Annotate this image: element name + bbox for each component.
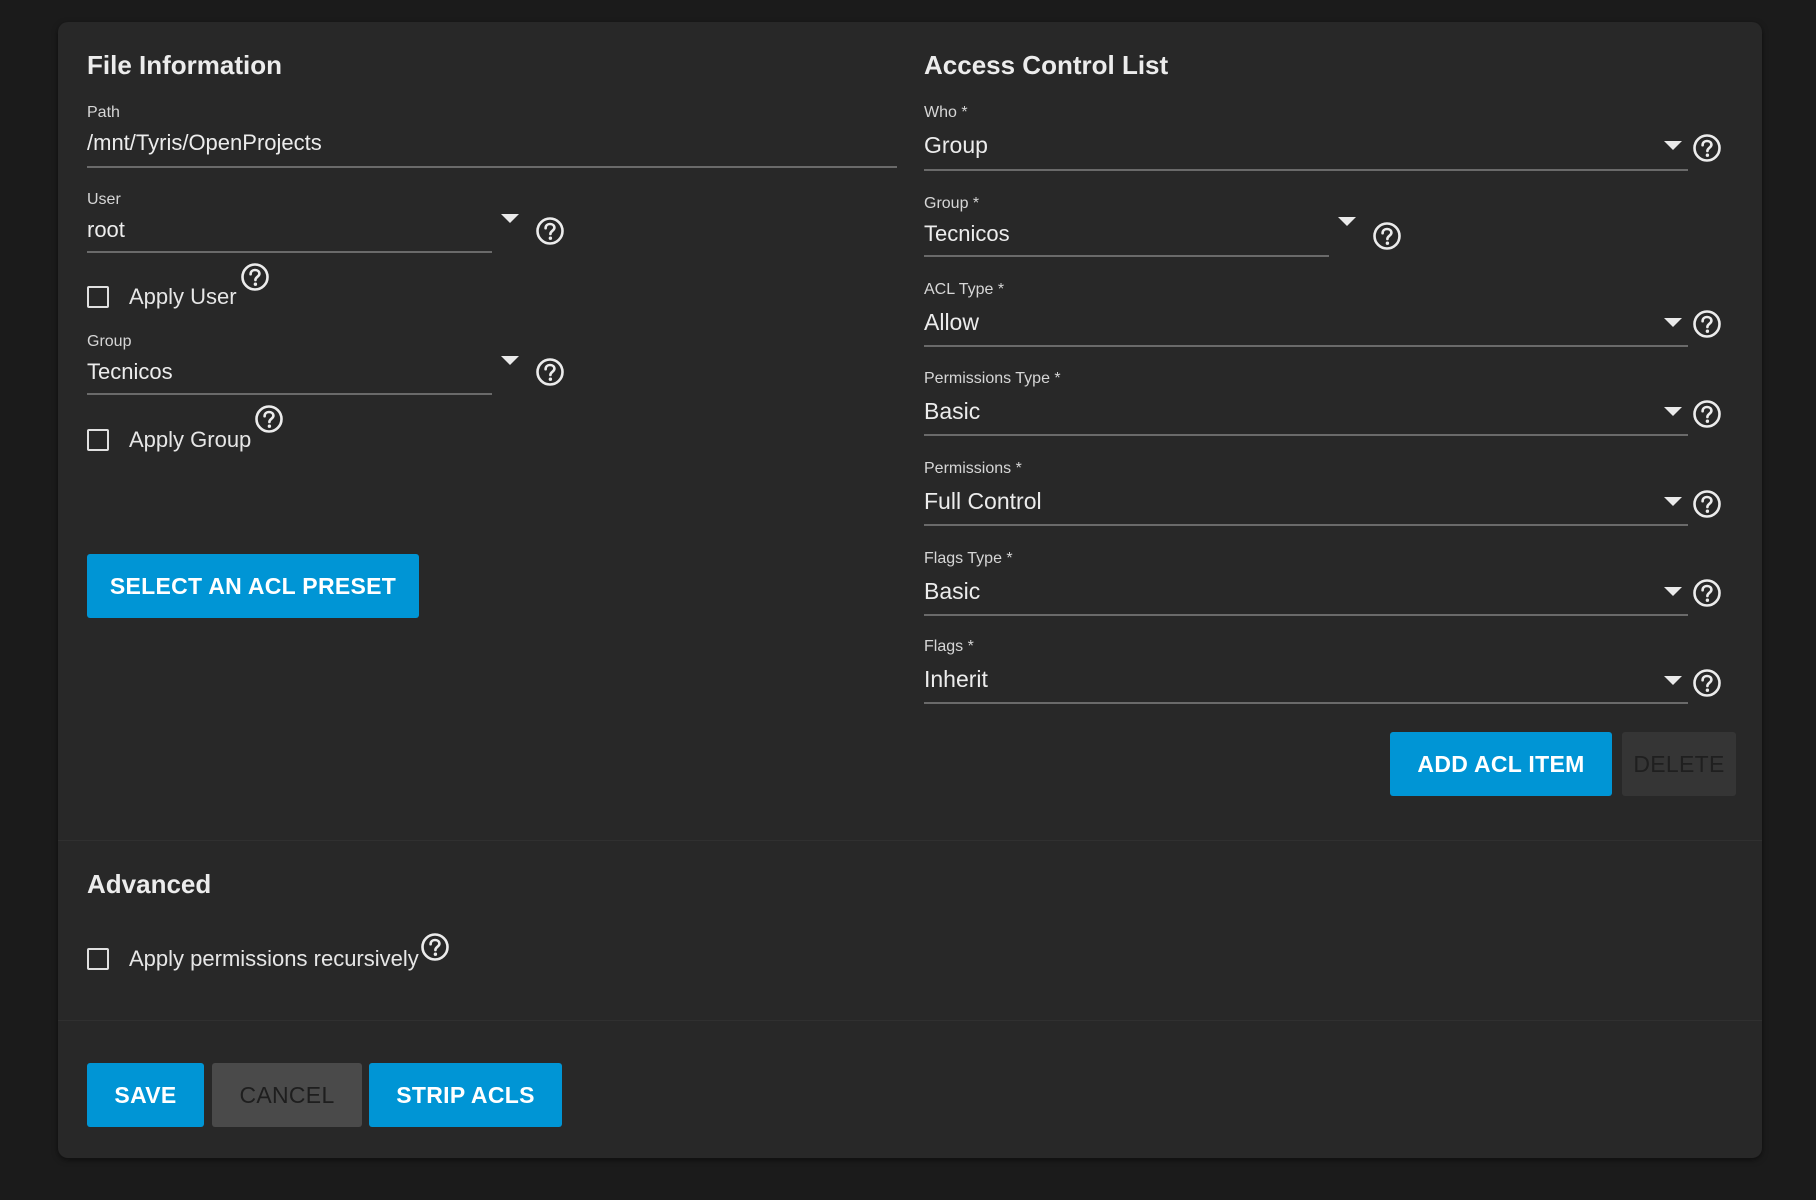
delete-button[interactable]: DELETE [1622,732,1736,796]
permissions-type-select[interactable]: Permissions Type * Basic [924,370,1688,460]
flags-underline [924,702,1688,704]
path-underline [87,166,897,168]
group-label: Group [87,333,132,350]
group-underline [87,393,492,395]
permissions-type-value: Basic [924,398,981,424]
help-icon[interactable] [1372,221,1402,251]
permissions-underline [924,524,1688,526]
acl-group-value: Tecnicos [924,221,1010,246]
chevron-down-icon[interactable] [1664,407,1682,416]
advanced-title: Advanced [87,869,212,899]
chevron-down-icon[interactable] [501,214,519,223]
section-divider [58,1020,1762,1021]
flags-type-select[interactable]: Flags Type * Basic [924,550,1688,640]
acl-editor-card: File Information Path /mnt/Tyris/OpenPro… [58,22,1762,1158]
acl-type-label: ACL Type * [924,281,1005,298]
apply-user-label: Apply User [129,284,237,309]
path-value: /mnt/Tyris/OpenProjects [87,130,322,155]
help-icon[interactable] [1692,309,1722,339]
chevron-down-icon[interactable] [1664,318,1682,327]
save-button[interactable]: SAVE [87,1063,204,1127]
path-field[interactable]: Path /mnt/Tyris/OpenProjects [87,104,897,194]
who-label: Who * [924,104,968,121]
flags-type-label: Flags Type * [924,550,1013,567]
help-icon[interactable] [1692,133,1722,163]
path-label: Path [87,104,120,121]
chevron-down-icon[interactable] [1664,141,1682,150]
flags-label: Flags * [924,638,974,655]
help-icon[interactable] [1692,668,1722,698]
apply-recursively-label: Apply permissions recursively [129,946,419,971]
apply-user-checkbox-row[interactable]: Apply User [87,284,347,314]
who-underline [924,169,1688,171]
acl-group-label: Group * [924,195,980,212]
chevron-down-icon[interactable] [1664,587,1682,596]
help-icon[interactable] [535,357,565,387]
apply-user-checkbox[interactable] [87,286,109,308]
who-value: Group [924,132,988,158]
select-acl-preset-button[interactable]: SELECT AN ACL PRESET [87,554,419,618]
permissions-label: Permissions * [924,460,1022,477]
help-icon[interactable] [1692,578,1722,608]
access-control-list-title: Access Control List [924,50,1169,80]
acl-group-underline [924,255,1329,257]
user-underline [87,251,492,253]
permissions-type-label: Permissions Type * [924,370,1061,387]
help-icon[interactable] [240,262,270,292]
section-divider [58,840,1762,841]
apply-group-label: Apply Group [129,427,252,452]
flags-type-underline [924,614,1688,616]
strip-acls-button[interactable]: STRIP ACLS [369,1063,562,1127]
help-icon[interactable] [420,932,450,962]
apply-group-checkbox[interactable] [87,429,109,451]
chevron-down-icon[interactable] [1664,676,1682,685]
group-value: Tecnicos [87,359,173,384]
acl-type-select[interactable]: ACL Type * Allow [924,281,1688,371]
file-information-title: File Information [87,50,282,80]
permissions-type-underline [924,434,1688,436]
acl-type-underline [924,345,1688,347]
flags-type-value: Basic [924,578,981,604]
user-label: User [87,191,121,208]
group-select[interactable]: Group Tecnicos [87,333,492,413]
cancel-button[interactable]: CANCEL [212,1063,362,1127]
add-acl-item-button[interactable]: ADD ACL ITEM [1390,732,1612,796]
chevron-down-icon[interactable] [501,356,519,365]
help-icon[interactable] [1692,399,1722,429]
help-icon[interactable] [1692,489,1722,519]
permissions-select[interactable]: Permissions * Full Control [924,460,1688,550]
flags-value: Inherit [924,666,988,692]
apply-recursively-checkbox[interactable] [87,948,109,970]
help-icon[interactable] [535,216,565,246]
help-icon[interactable] [254,404,284,434]
who-select[interactable]: Who * Group [924,104,1688,194]
chevron-down-icon[interactable] [1338,217,1356,226]
acl-group-select[interactable]: Group * Tecnicos [924,195,1329,275]
flags-select[interactable]: Flags * Inherit [924,638,1688,728]
user-value: root [87,217,125,242]
chevron-down-icon[interactable] [1664,497,1682,506]
acl-type-value: Allow [924,309,979,335]
user-select[interactable]: User root [87,191,492,271]
apply-group-checkbox-row[interactable]: Apply Group [87,427,347,457]
permissions-value: Full Control [924,488,1042,514]
